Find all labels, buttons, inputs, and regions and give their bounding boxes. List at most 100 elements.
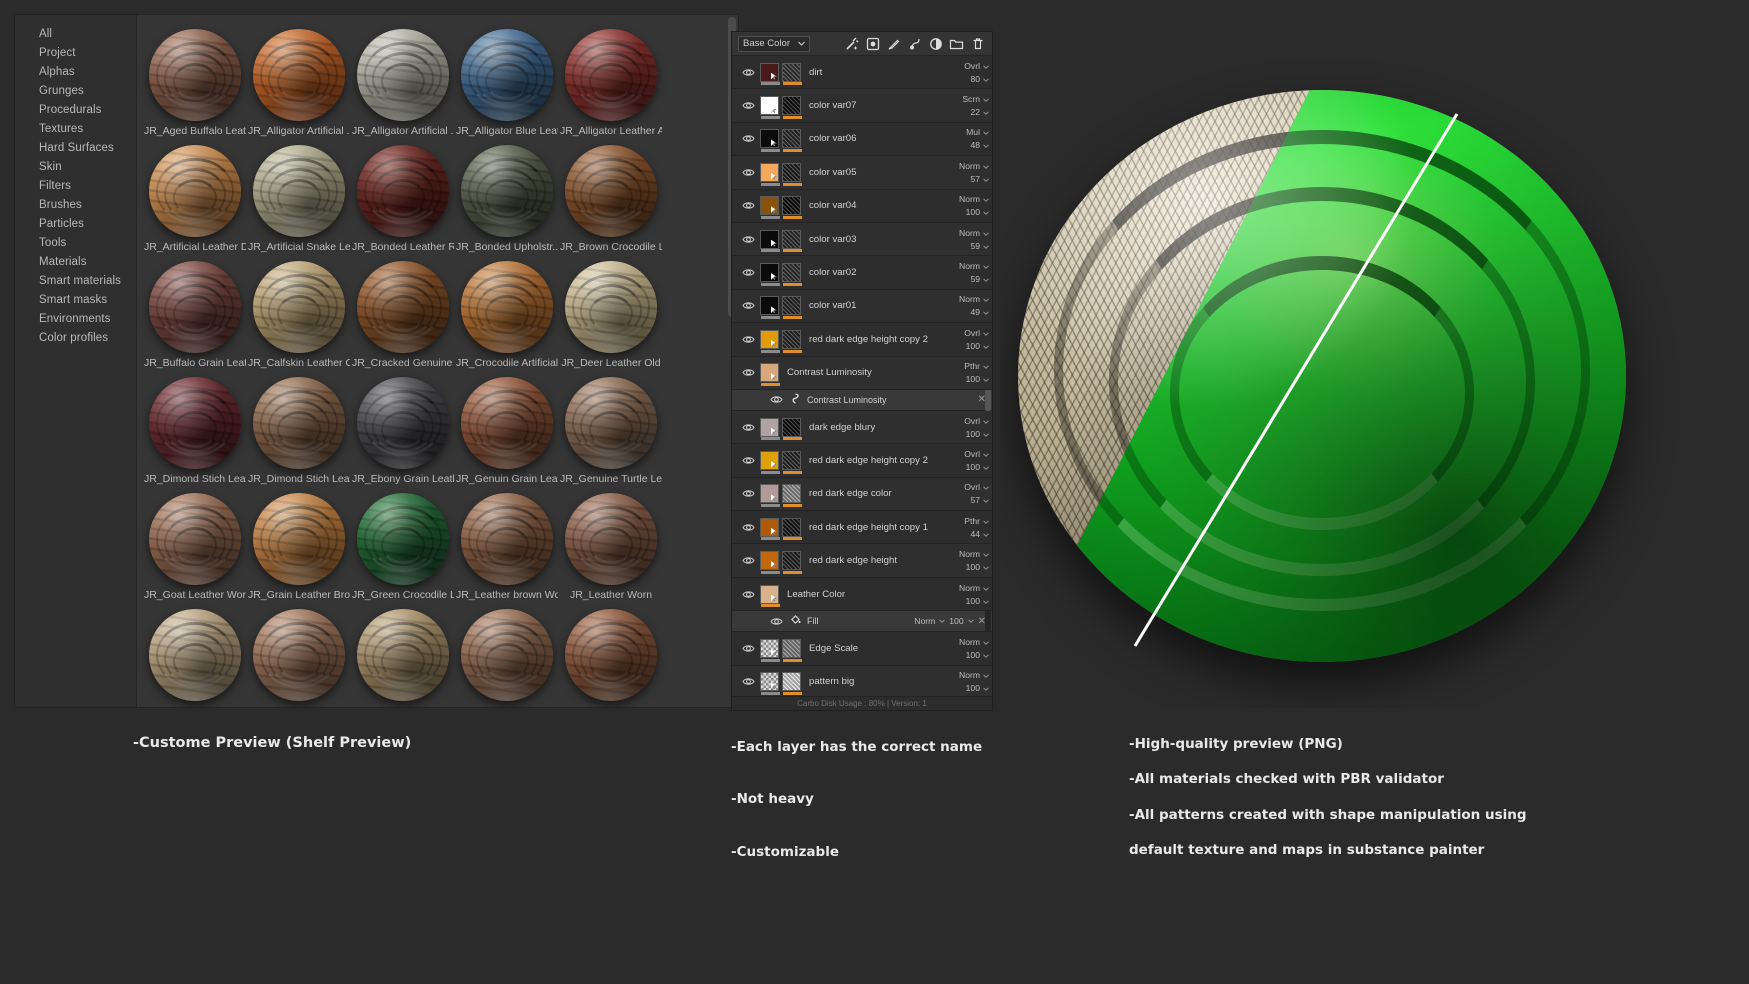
layer-mask-thumbnail[interactable] <box>782 196 801 216</box>
eye-visibility-icon[interactable] <box>740 201 756 210</box>
layer-name[interactable]: color var03 <box>809 234 950 245</box>
magic-wand-icon[interactable] <box>843 35 860 52</box>
material-tile[interactable]: JR_Bonded Leather Red <box>351 145 455 261</box>
layer-content-thumbnail[interactable] <box>760 229 779 249</box>
sidebar-item-materials[interactable]: Materials <box>15 253 136 272</box>
layer-blend-mode[interactable]: Norm <box>959 583 989 593</box>
eye-visibility-icon[interactable] <box>740 489 756 498</box>
layer-content-thumbnail[interactable] <box>760 129 779 149</box>
layer-blend-mode[interactable]: Ovrl <box>964 449 989 459</box>
eye-visibility-icon[interactable] <box>740 235 756 244</box>
material-tile[interactable]: JR_Alligator Blue Leat... <box>455 29 559 145</box>
material-tile[interactable]: JR_Dimond Stich Leat... <box>143 377 247 493</box>
layer-row[interactable]: dirt Ovrl 80 <box>732 56 992 90</box>
layer-name[interactable]: Contrast Luminosity <box>787 367 950 378</box>
layer-name[interactable]: color var01 <box>809 300 950 311</box>
layer-blend-mode[interactable]: Pthr <box>964 361 989 371</box>
layer-content-thumbnail[interactable] <box>760 296 779 316</box>
layer-mask-thumbnail[interactable] <box>782 329 801 349</box>
layer-content-thumbnail[interactable] <box>760 517 779 537</box>
layer-content-thumbnail[interactable] <box>760 584 779 604</box>
sidebar-item-textures[interactable]: Textures <box>15 120 136 139</box>
layer-row[interactable]: color var02 Norm 59 <box>732 256 992 290</box>
layer-opacity[interactable]: 59 <box>970 241 989 251</box>
material-tile[interactable]: JR_Artificial Snake Le... <box>247 145 351 261</box>
layer-opacity[interactable]: 57 <box>970 495 989 505</box>
sidebar-item-filters[interactable]: Filters <box>15 177 136 196</box>
sidebar-item-alphas[interactable]: Alphas <box>15 63 136 82</box>
layer-opacity[interactable]: 59 <box>970 274 989 284</box>
layer-name[interactable]: color var04 <box>809 200 950 211</box>
eye-visibility-icon[interactable] <box>740 523 756 532</box>
layer-blend-mode[interactable]: Norm <box>959 261 989 271</box>
eye-visibility-icon[interactable] <box>740 268 756 277</box>
eye-visibility-icon[interactable] <box>740 335 756 344</box>
material-tile[interactable]: JR_Alligator Artificial ... <box>247 29 351 145</box>
sidebar-item-smart-masks[interactable]: Smart masks <box>15 291 136 310</box>
channel-select-dropdown[interactable]: Base Color <box>738 35 810 52</box>
layer-row[interactable]: Contrast Luminosity Pthr 100 <box>732 356 992 390</box>
material-tile[interactable]: JR_Ebony Grain Leath... <box>351 377 455 493</box>
material-tile[interactable] <box>559 609 663 707</box>
layer-blend-mode[interactable]: Scrn <box>962 94 989 104</box>
effect-opacity[interactable]: 100 <box>949 616 963 626</box>
material-tile[interactable] <box>455 609 559 707</box>
eye-visibility-icon[interactable] <box>740 301 756 310</box>
add-paint-layer-icon[interactable] <box>885 35 902 52</box>
layer-mask-thumbnail[interactable] <box>782 638 801 658</box>
sidebar-item-tools[interactable]: Tools <box>15 234 136 253</box>
layer-blend-mode[interactable]: Norm <box>959 294 989 304</box>
material-tile[interactable]: JR_Genuin Grain Leat... <box>455 377 559 493</box>
layer-opacity[interactable]: 22 <box>970 107 989 117</box>
layer-opacity[interactable]: 100 <box>966 462 989 472</box>
layer-blend-mode[interactable]: Norm <box>959 549 989 559</box>
material-tile[interactable]: JR_Leather Worn <box>559 493 663 609</box>
layer-mask-thumbnail[interactable] <box>782 296 801 316</box>
layer-blend-mode[interactable]: Norm <box>959 194 989 204</box>
sidebar-item-particles[interactable]: Particles <box>15 215 136 234</box>
material-tile[interactable]: JR_Leather brown Worn <box>455 493 559 609</box>
sidebar-item-hard-surfaces[interactable]: Hard Surfaces <box>15 139 136 158</box>
layer-row[interactable]: color var03 Norm 59 <box>732 222 992 257</box>
add-fill-layer-icon[interactable] <box>864 35 881 52</box>
layer-mask-thumbnail[interactable] <box>782 263 801 283</box>
layer-opacity[interactable]: 44 <box>970 529 989 539</box>
layer-blend-mode[interactable]: Pthr <box>964 516 989 526</box>
layer-name[interactable]: color var05 <box>809 167 950 178</box>
layer-name[interactable]: red dark edge height <box>809 555 950 566</box>
layer-opacity[interactable]: 100 <box>966 596 989 606</box>
material-tile[interactable]: JR_Calfskin Leather Old <box>247 261 351 377</box>
layer-content-thumbnail[interactable] <box>760 162 779 182</box>
layer-opacity[interactable]: 49 <box>970 307 989 317</box>
material-tile[interactable]: JR_Buffalo Grain Leat... <box>143 261 247 377</box>
layer-content-thumbnail[interactable] <box>760 329 779 349</box>
layer-row[interactable]: red dark edge height Norm 100 <box>732 544 992 578</box>
layer-opacity[interactable]: 100 <box>966 683 989 693</box>
material-tile[interactable]: JR_Grain Leather Bro... <box>247 493 351 609</box>
material-tile[interactable]: JR_Bonded Upholstr... <box>455 145 559 261</box>
layer-blend-mode[interactable]: Norm <box>959 228 989 238</box>
layer-blend-mode[interactable]: Ovrl <box>964 61 989 71</box>
layer-name[interactable]: dark edge blury <box>809 422 950 433</box>
layer-opacity[interactable]: 100 <box>966 650 989 660</box>
layer-mask-thumbnail[interactable] <box>782 484 801 504</box>
eye-visibility-icon[interactable] <box>740 368 756 377</box>
material-tile[interactable]: JR_Brown Crocodile L... <box>559 145 663 261</box>
layer-mask-thumbnail[interactable] <box>782 672 801 692</box>
sidebar-item-all[interactable]: All <box>15 25 136 44</box>
layer-row[interactable]: red dark edge height copy 1 Pthr 44 <box>732 511 992 545</box>
material-tile[interactable] <box>247 609 351 707</box>
material-tile[interactable]: JR_Goat Leather Worn <box>143 493 247 609</box>
layer-row[interactable]: red dark edge height copy 2 Ovrl 100 <box>732 323 992 357</box>
layer-opacity[interactable]: 100 <box>966 429 989 439</box>
layer-row[interactable]: pattern big Norm 100 <box>732 665 992 696</box>
layer-row[interactable]: Leather Color Norm 100 <box>732 577 992 612</box>
add-filter-icon[interactable] <box>906 35 923 52</box>
material-tile[interactable]: JR_Cracked Genuine ... <box>351 261 455 377</box>
layer-content-thumbnail[interactable] <box>760 62 779 82</box>
layer-row[interactable]: dark edge blury Ovrl 100 <box>732 410 992 445</box>
layer-row[interactable]: color var05 Norm 57 <box>732 156 992 190</box>
layer-name[interactable]: red dark edge height copy 2 <box>809 334 950 345</box>
layer-row[interactable]: red dark edge color Ovrl 57 <box>732 477 992 512</box>
layer-list[interactable]: dirt Ovrl 80 color var07 Scrn 22 color var06 Mu… <box>732 56 992 696</box>
